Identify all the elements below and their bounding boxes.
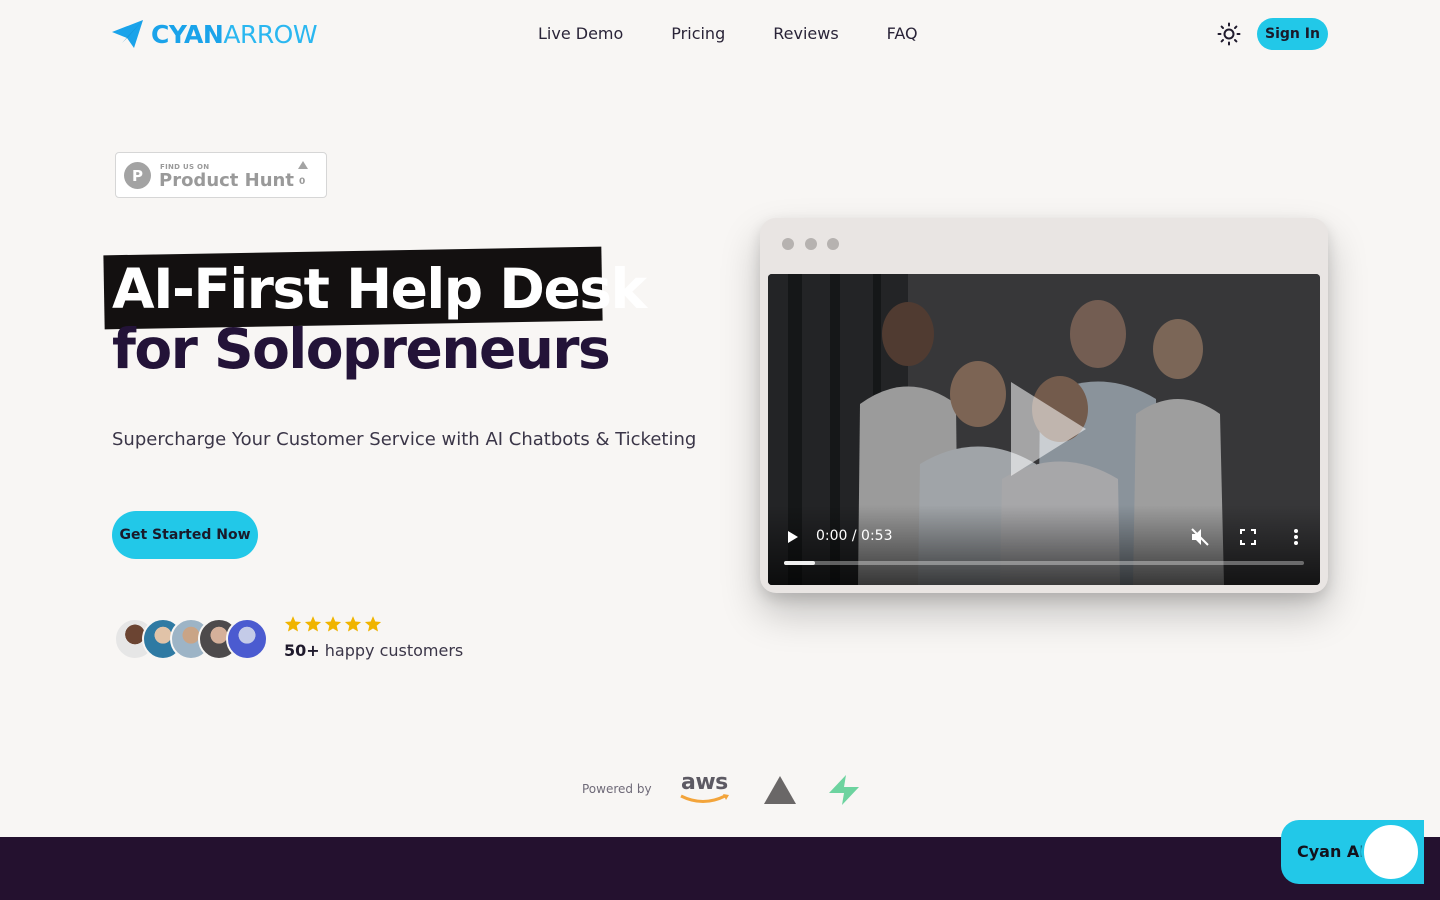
video-progress-fill bbox=[784, 561, 816, 565]
star-icon bbox=[344, 616, 362, 632]
star-icon bbox=[364, 616, 382, 632]
demo-video-window: 0:00 / 0:53 bbox=[760, 218, 1328, 593]
producthunt-logo-icon: P bbox=[124, 162, 151, 189]
video-controls-bar bbox=[768, 505, 1320, 585]
video-time: 0:00 / 0:53 bbox=[816, 528, 893, 544]
sign-in-button[interactable]: Sign In bbox=[1257, 18, 1328, 50]
more-options-icon[interactable] bbox=[1293, 528, 1299, 546]
sun-icon[interactable] bbox=[1217, 22, 1241, 46]
happy-customers-text: 50+ happy customers bbox=[284, 641, 463, 660]
star-icon bbox=[324, 616, 342, 632]
chat-widget-label: Cyan AI bbox=[1297, 842, 1366, 861]
aws-logo: aws bbox=[681, 770, 728, 795]
customer-avatars bbox=[114, 618, 274, 660]
brand-logo[interactable]: CYANARROW bbox=[112, 19, 318, 49]
get-started-button[interactable]: Get Started Now bbox=[112, 511, 258, 559]
powered-by-label: Powered by bbox=[582, 782, 652, 796]
nav-faq[interactable]: FAQ bbox=[887, 24, 918, 43]
paper-plane-arrow-icon bbox=[112, 20, 143, 48]
window-dot bbox=[827, 238, 839, 250]
nav-reviews[interactable]: Reviews bbox=[773, 24, 838, 43]
product-hunt-votes: 0 bbox=[299, 177, 306, 187]
site-header: CYANARROW Live Demo Pricing Reviews FAQ … bbox=[0, 0, 1440, 68]
aws-smile-icon bbox=[680, 794, 729, 803]
play-icon[interactable] bbox=[786, 530, 800, 544]
star-icon bbox=[304, 616, 322, 632]
video-progress-track[interactable] bbox=[784, 561, 1304, 565]
window-dot bbox=[782, 238, 794, 250]
product-hunt-badge[interactable]: P FIND US ON Product Hunt 0 bbox=[115, 152, 327, 198]
main-nav: Live Demo Pricing Reviews FAQ bbox=[538, 24, 918, 43]
product-hunt-name: Product Hunt bbox=[159, 170, 294, 191]
chat-open-button[interactable] bbox=[1361, 822, 1421, 882]
customer-count: 50+ bbox=[284, 641, 320, 660]
customer-avatar-5 bbox=[226, 618, 268, 660]
nav-live-demo[interactable]: Live Demo bbox=[538, 24, 623, 43]
vercel-triangle-icon bbox=[764, 776, 796, 804]
customer-count-suffix: happy customers bbox=[324, 641, 464, 660]
brand-wordmark: CYANARROW bbox=[151, 19, 318, 49]
nav-pricing[interactable]: Pricing bbox=[671, 24, 725, 43]
chat-widget[interactable]: Cyan AI bbox=[1281, 820, 1424, 884]
muted-volume-icon[interactable] bbox=[1190, 527, 1210, 547]
star-icon bbox=[284, 616, 302, 632]
window-dot bbox=[805, 238, 817, 250]
hero-headline-line2: for Solopreneurs bbox=[112, 317, 611, 381]
hero-headline-line1: AI-First Help Desk bbox=[112, 257, 647, 321]
demo-video-player[interactable]: 0:00 / 0:53 bbox=[768, 274, 1320, 585]
supabase-bolt-icon bbox=[829, 775, 859, 805]
hero-subtitle: Supercharge Your Customer Service with A… bbox=[112, 429, 697, 450]
dark-section-band bbox=[0, 837, 1440, 900]
rating-stars bbox=[284, 615, 382, 633]
fullscreen-icon[interactable] bbox=[1240, 529, 1256, 545]
upvote-arrow-icon bbox=[298, 161, 308, 169]
